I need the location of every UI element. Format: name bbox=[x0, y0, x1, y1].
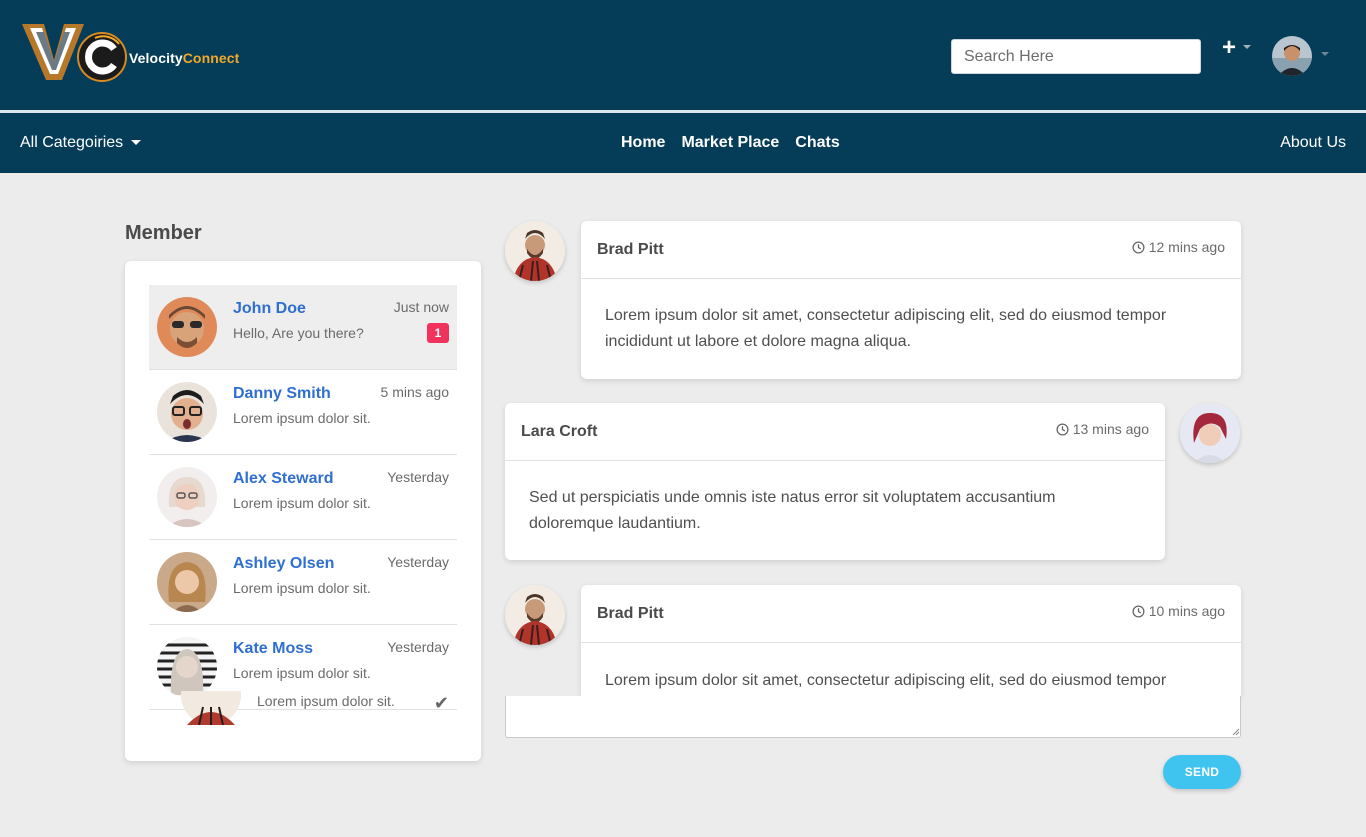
member-item-partial[interactable]: Lorem ipsum dolor sit. ✔ bbox=[149, 691, 457, 731]
message-text: Lorem ipsum dolor sit amet, consectetur … bbox=[605, 672, 1167, 689]
message-header: Lara Croft 13 mins ago bbox=[505, 403, 1165, 461]
message-time: 10 mins ago bbox=[1132, 603, 1225, 619]
nav-link-about-us[interactable]: About Us bbox=[1280, 134, 1346, 152]
message-text: Lorem ipsum dolor sit amet, consectetur … bbox=[605, 307, 1167, 350]
message-card: Brad Pitt 12 mins ago Lorem ipsum dolor … bbox=[581, 221, 1241, 379]
all-categories-label: All Categoiries bbox=[20, 134, 124, 151]
avatar bbox=[157, 382, 217, 442]
avatar bbox=[181, 691, 241, 725]
message-time: 13 mins ago bbox=[1056, 421, 1149, 437]
resize-grip-icon[interactable] bbox=[1232, 728, 1240, 736]
main-nav: Home Market Place Chats bbox=[621, 134, 856, 152]
nav-link-market-place[interactable]: Market Place bbox=[681, 134, 779, 152]
member-time: 5 mins ago bbox=[380, 384, 449, 400]
member-time: Yesterday bbox=[387, 554, 449, 570]
member-item-danny-smith[interactable]: Danny Smith Lorem ipsum dolor sit. 5 min… bbox=[149, 370, 457, 455]
member-last-message: Hello, Are you there? bbox=[233, 325, 364, 341]
member-last-message: Lorem ipsum dolor sit. bbox=[233, 665, 371, 681]
clock-icon bbox=[1132, 604, 1145, 618]
member-heading: Member bbox=[125, 222, 202, 244]
member-time: Just now bbox=[393, 299, 449, 315]
message-compose-input[interactable] bbox=[505, 696, 1241, 738]
all-categories-dropdown[interactable]: All Categoiries bbox=[20, 134, 142, 152]
plus-icon: + bbox=[1222, 34, 1237, 61]
message-time: 12 mins ago bbox=[1132, 239, 1225, 255]
member-item-ashley-olsen[interactable]: Ashley Olsen Lorem ipsum dolor sit. Yest… bbox=[149, 540, 457, 625]
member-time: Yesterday bbox=[387, 469, 449, 485]
add-menu-button[interactable]: + bbox=[1222, 35, 1252, 61]
member-name: Ashley Olsen bbox=[233, 555, 335, 572]
message-author: Brad Pitt bbox=[597, 241, 664, 258]
member-time: Yesterday bbox=[387, 639, 449, 655]
member-name: Alex Steward bbox=[233, 470, 334, 487]
member-name: Danny Smith bbox=[233, 385, 331, 402]
logo-mark-icon bbox=[22, 24, 127, 82]
message-card: Brad Pitt 10 mins ago Lorem ipsum dolor … bbox=[581, 585, 1241, 696]
message-author: Brad Pitt bbox=[597, 605, 664, 622]
member-last-message: Lorem ipsum dolor sit. bbox=[233, 410, 371, 426]
member-name: Kate Moss bbox=[233, 640, 314, 657]
brad-pitt-avatar bbox=[505, 585, 565, 645]
message-header: Brad Pitt 12 mins ago bbox=[581, 221, 1241, 279]
clock-icon bbox=[1132, 240, 1145, 254]
logo-text: VelocityConnect bbox=[129, 50, 240, 66]
user-avatar[interactable] bbox=[1272, 36, 1312, 76]
member-list-card: John Doe Hello, Are you there? Just now … bbox=[125, 261, 481, 761]
message-author: Lara Croft bbox=[521, 423, 598, 440]
member-item-john-doe[interactable]: John Doe Hello, Are you there? Just now … bbox=[149, 285, 457, 370]
message-header: Brad Pitt 10 mins ago bbox=[581, 585, 1241, 643]
member-last-message: Lorem ipsum dolor sit. bbox=[257, 693, 395, 709]
message-time-text: 10 mins ago bbox=[1148, 603, 1225, 619]
velocity-connect-logo[interactable]: VelocityConnect bbox=[22, 22, 252, 84]
avatar bbox=[157, 637, 217, 697]
lara-croft-avatar bbox=[1180, 403, 1240, 463]
member-item-alex-steward[interactable]: Alex Steward Lorem ipsum dolor sit. Yest… bbox=[149, 455, 457, 540]
nav-link-chats[interactable]: Chats bbox=[795, 134, 839, 152]
user-menu-caret-icon[interactable] bbox=[1321, 52, 1329, 56]
avatar bbox=[157, 467, 217, 527]
message-text: Sed ut perspiciatis unde omnis iste natu… bbox=[529, 489, 1056, 532]
member-list[interactable]: John Doe Hello, Are you there? Just now … bbox=[149, 285, 457, 715]
caret-down-icon bbox=[131, 140, 142, 146]
caret-down-icon bbox=[1243, 45, 1251, 49]
checkmark-icon: ✔ bbox=[433, 693, 449, 713]
user-avatar-image bbox=[1272, 36, 1312, 76]
clock-icon bbox=[1056, 422, 1069, 436]
nav-link-home[interactable]: Home bbox=[621, 134, 665, 152]
send-button[interactable]: SEND bbox=[1163, 755, 1241, 789]
member-last-message: Lorem ipsum dolor sit. bbox=[233, 495, 371, 511]
unread-badge: 1 bbox=[427, 323, 449, 343]
member-last-message: Lorem ipsum dolor sit. bbox=[233, 580, 371, 596]
search-input[interactable] bbox=[951, 39, 1201, 74]
message-card: Lara Croft 13 mins ago Sed ut perspiciat… bbox=[505, 403, 1165, 560]
message-time-text: 12 mins ago bbox=[1148, 239, 1225, 255]
brad-pitt-avatar bbox=[505, 221, 565, 281]
avatar bbox=[157, 297, 217, 357]
message-time-text: 13 mins ago bbox=[1072, 421, 1149, 437]
avatar bbox=[157, 552, 217, 612]
member-name: John Doe bbox=[233, 300, 306, 317]
